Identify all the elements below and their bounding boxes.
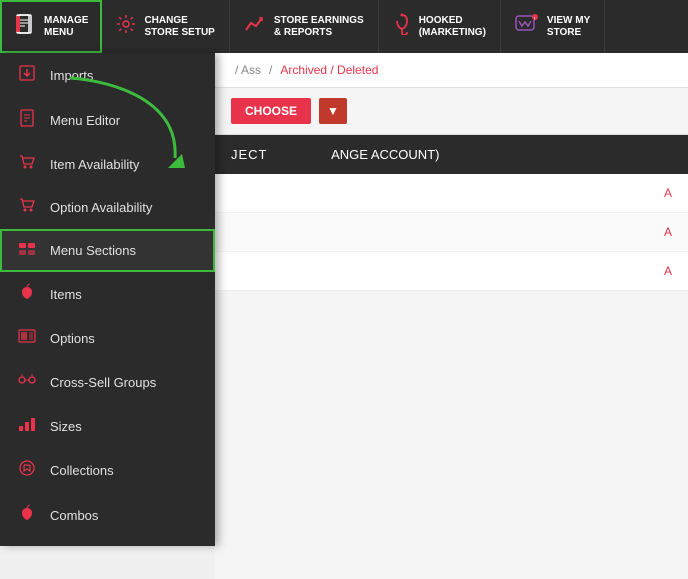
- items-label: Items: [50, 287, 82, 302]
- row-action-2[interactable]: A: [664, 225, 672, 239]
- archived-deleted-label: Archived / Deleted: [280, 63, 378, 77]
- dropdown-option-availability[interactable]: Option Availability: [0, 186, 215, 229]
- item-availability-label: Item Availability: [50, 157, 139, 172]
- nav-change-store-label: CHANGE STORE SETUP: [144, 15, 214, 39]
- gear-icon: [116, 14, 136, 39]
- options-label: Options: [50, 331, 95, 346]
- hook-icon: [393, 13, 411, 40]
- dropdown-cross-sell[interactable]: Cross-Sell Groups: [0, 360, 215, 405]
- dropdown-combos[interactable]: Combos: [0, 493, 215, 538]
- dropdown-options[interactable]: Options: [0, 317, 215, 360]
- apple-icon: [16, 283, 38, 306]
- option-cart-icon: [16, 197, 38, 218]
- chart-icon: [244, 14, 266, 39]
- sections-icon: [16, 240, 38, 261]
- sizes-icon: [16, 416, 38, 437]
- nav-view-my-store[interactable]: ! VIEW MY STORE: [501, 0, 605, 53]
- main-layout: Imports Menu Editor Item: [0, 53, 688, 579]
- toolbar: CHOOSE ▼: [215, 88, 688, 135]
- menu-editor-label: Menu Editor: [50, 113, 120, 128]
- cross-sell-label: Cross-Sell Groups: [50, 375, 156, 390]
- options-icon: [16, 328, 38, 349]
- choose-dropdown-button[interactable]: ▼: [319, 98, 347, 124]
- row-action-3[interactable]: A: [664, 264, 672, 278]
- table-row: A: [215, 174, 688, 213]
- nav-view-store-label: VIEW MY STORE: [547, 15, 590, 39]
- option-availability-label: Option Availability: [50, 200, 152, 215]
- combos-label: Combos: [50, 508, 98, 523]
- dropdown-item-availability[interactable]: Item Availability: [0, 143, 215, 186]
- import-icon: [16, 64, 38, 87]
- top-navigation: MANAGE MENU CHANGE STORE SETUP STORE EAR…: [0, 0, 688, 53]
- dropdown-collections[interactable]: Collections: [0, 448, 215, 493]
- woo-icon: !: [515, 14, 539, 39]
- cart-icon: [16, 154, 38, 175]
- svg-text:!: !: [534, 16, 535, 21]
- content-area: / Ass / Archived / Deleted CHOOSE ▼ JECT…: [215, 53, 688, 579]
- editor-icon: [16, 109, 38, 132]
- book-icon: [14, 13, 36, 40]
- nav-hooked-label: HOOKED (MARKETING): [419, 15, 486, 39]
- nav-store-earnings-label: STORE EARNINGS & REPORTS: [274, 15, 364, 39]
- row-action-1[interactable]: A: [664, 186, 672, 200]
- table-area: A A A: [215, 174, 688, 291]
- dropdown-imports[interactable]: Imports: [0, 53, 215, 98]
- table-row: A: [215, 213, 688, 252]
- nav-hooked[interactable]: HOOKED (MARKETING): [379, 0, 501, 53]
- collections-icon: [16, 459, 38, 482]
- dropdown-menu-editor[interactable]: Menu Editor: [0, 98, 215, 143]
- dropdown-menu: Imports Menu Editor Item: [0, 53, 215, 546]
- dropdown-sizes[interactable]: Sizes: [0, 405, 215, 448]
- sizes-label: Sizes: [50, 419, 82, 434]
- breadcrumb-partial: / Ass: [235, 63, 261, 77]
- menu-sections-label: Menu Sections: [50, 243, 136, 258]
- crosssell-icon: [16, 371, 38, 394]
- table-row: A: [215, 252, 688, 291]
- nav-manage-menu-label: MANAGE MENU: [44, 15, 88, 39]
- choose-button[interactable]: CHOOSE: [231, 98, 311, 124]
- nav-change-store-setup[interactable]: CHANGE STORE SETUP: [102, 0, 229, 53]
- dropdown-menu-sections[interactable]: Menu Sections: [0, 229, 215, 272]
- collections-label: Collections: [50, 463, 114, 478]
- dark-section: JECT ANGE ACCOUNT): [215, 135, 688, 174]
- breadcrumb: / Ass / Archived / Deleted: [215, 53, 688, 88]
- combos-icon: [16, 504, 38, 527]
- nav-store-earnings[interactable]: STORE EARNINGS & REPORTS: [230, 0, 379, 53]
- dark-section-text: JECT ANGE ACCOUNT): [231, 147, 439, 162]
- nav-manage-menu[interactable]: MANAGE MENU: [0, 0, 102, 53]
- dropdown-items[interactable]: Items: [0, 272, 215, 317]
- imports-label: Imports: [50, 68, 93, 83]
